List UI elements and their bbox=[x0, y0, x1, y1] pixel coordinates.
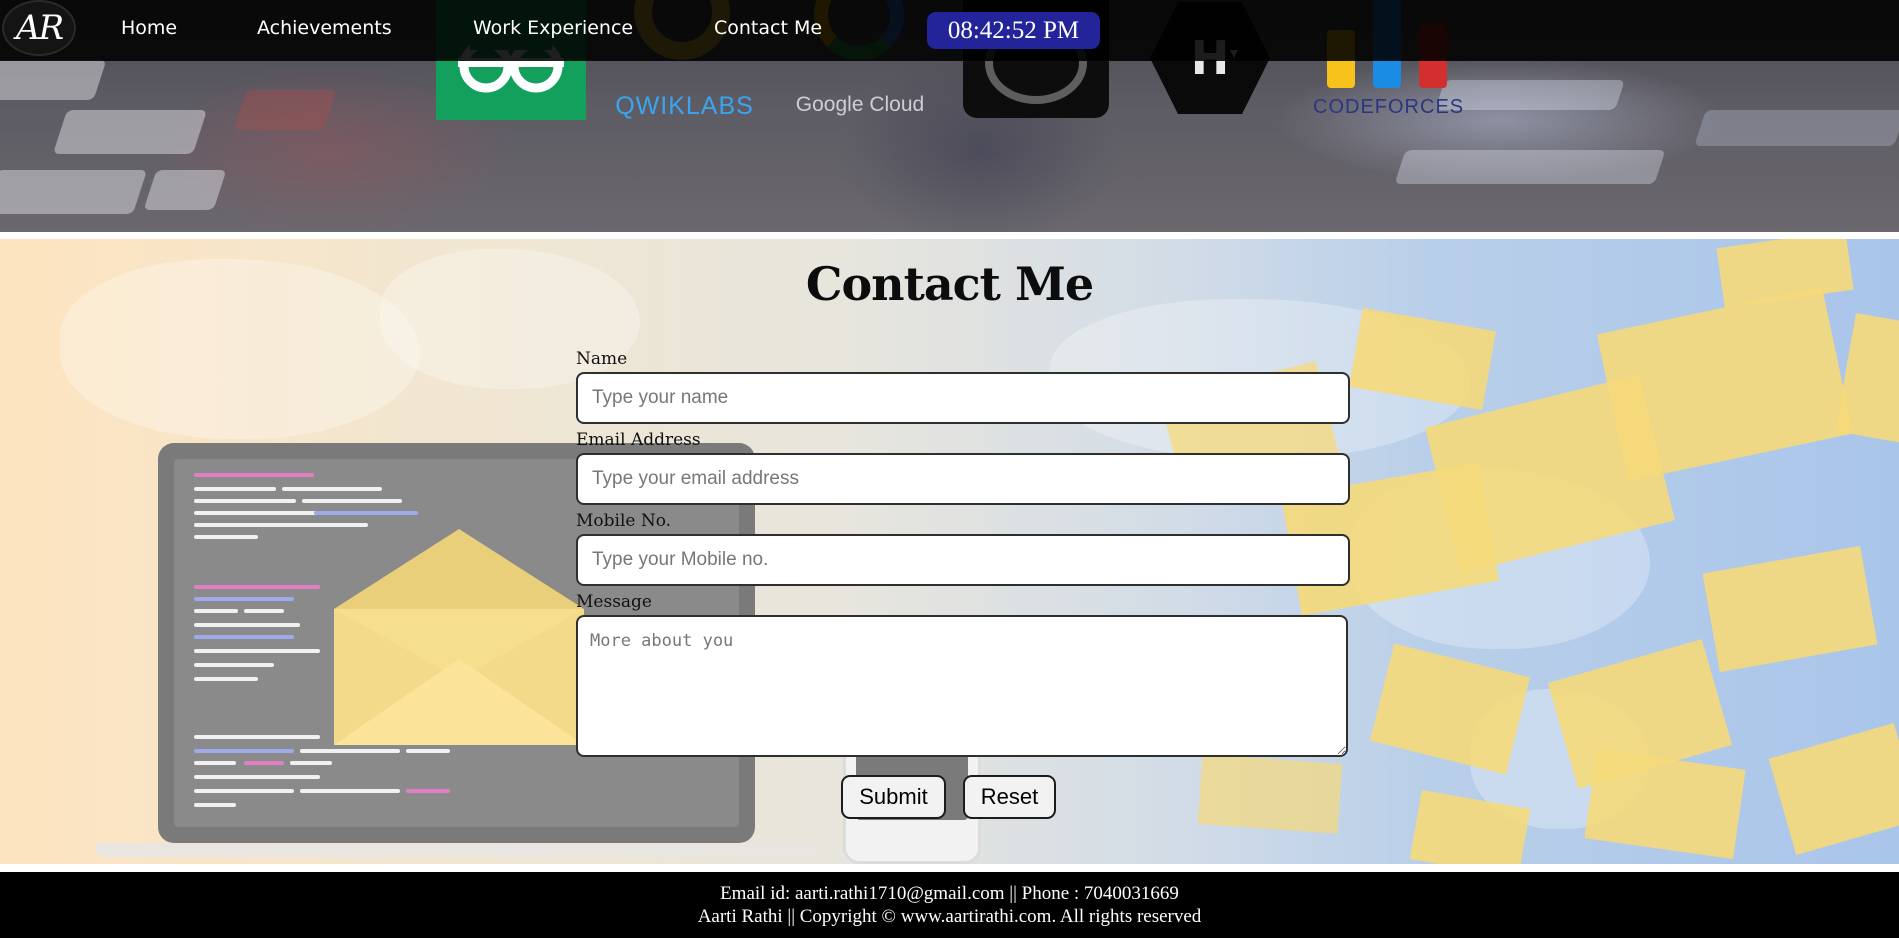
message-textarea[interactable] bbox=[576, 615, 1348, 757]
footer-contact-info: Email id: aarti.rathi1710@gmail.com || P… bbox=[720, 883, 1179, 904]
keyboard-key bbox=[52, 110, 208, 154]
clock-display: 08:42:52 PM bbox=[927, 12, 1100, 49]
nav-link-contact-me[interactable]: Contact Me bbox=[714, 17, 822, 39]
email-label: Email Address bbox=[576, 430, 701, 450]
name-label: Name bbox=[576, 349, 628, 369]
keyboard-key bbox=[0, 170, 148, 214]
keyboard-key bbox=[0, 60, 107, 100]
keyboard-key bbox=[1694, 110, 1899, 146]
envelope-icon bbox=[1835, 312, 1899, 446]
nav-link-achievements[interactable]: Achievements bbox=[257, 17, 392, 39]
keyboard-key bbox=[233, 90, 337, 130]
contact-title: Contact Me bbox=[805, 257, 1094, 311]
nav-link-work-experience[interactable]: Work Experience bbox=[473, 17, 633, 39]
laptop-base bbox=[96, 843, 822, 857]
footer-copyright: Aarti Rathi || Copyright © www.aartirath… bbox=[697, 906, 1202, 927]
footer: Email id: aarti.rathi1710@gmail.com || P… bbox=[0, 872, 1899, 938]
mobile-input[interactable] bbox=[576, 534, 1350, 586]
envelope-icon bbox=[1197, 754, 1343, 834]
nav-link-home[interactable]: Home bbox=[121, 17, 177, 39]
google-cloud-text: Google Cloud bbox=[795, 93, 925, 116]
qwiklabs-text: QWIKLABS bbox=[615, 92, 754, 120]
codeforces-text: CODEFORCES bbox=[1313, 96, 1465, 118]
contact-section: Contact Me Name Email Address Mobile No.… bbox=[0, 239, 1899, 864]
envelope-icon bbox=[1584, 749, 1746, 860]
reset-button[interactable]: Reset bbox=[963, 775, 1056, 819]
mail-envelope-icon bbox=[334, 529, 584, 745]
mobile-label: Mobile No. bbox=[576, 511, 672, 531]
submit-button[interactable]: Submit bbox=[841, 775, 946, 819]
site-logo[interactable]: AR bbox=[2, 0, 76, 56]
email-input[interactable] bbox=[576, 453, 1350, 505]
envelope-icon bbox=[1702, 545, 1878, 673]
keyboard-key bbox=[1394, 150, 1666, 184]
envelope-icon bbox=[1369, 643, 1531, 775]
name-input[interactable] bbox=[576, 372, 1350, 424]
keyboard-key bbox=[143, 170, 227, 210]
navbar: AR Home Achievements Work Experience Con… bbox=[0, 0, 1899, 61]
envelope-icon bbox=[1768, 723, 1899, 855]
message-label: Message bbox=[576, 592, 652, 612]
